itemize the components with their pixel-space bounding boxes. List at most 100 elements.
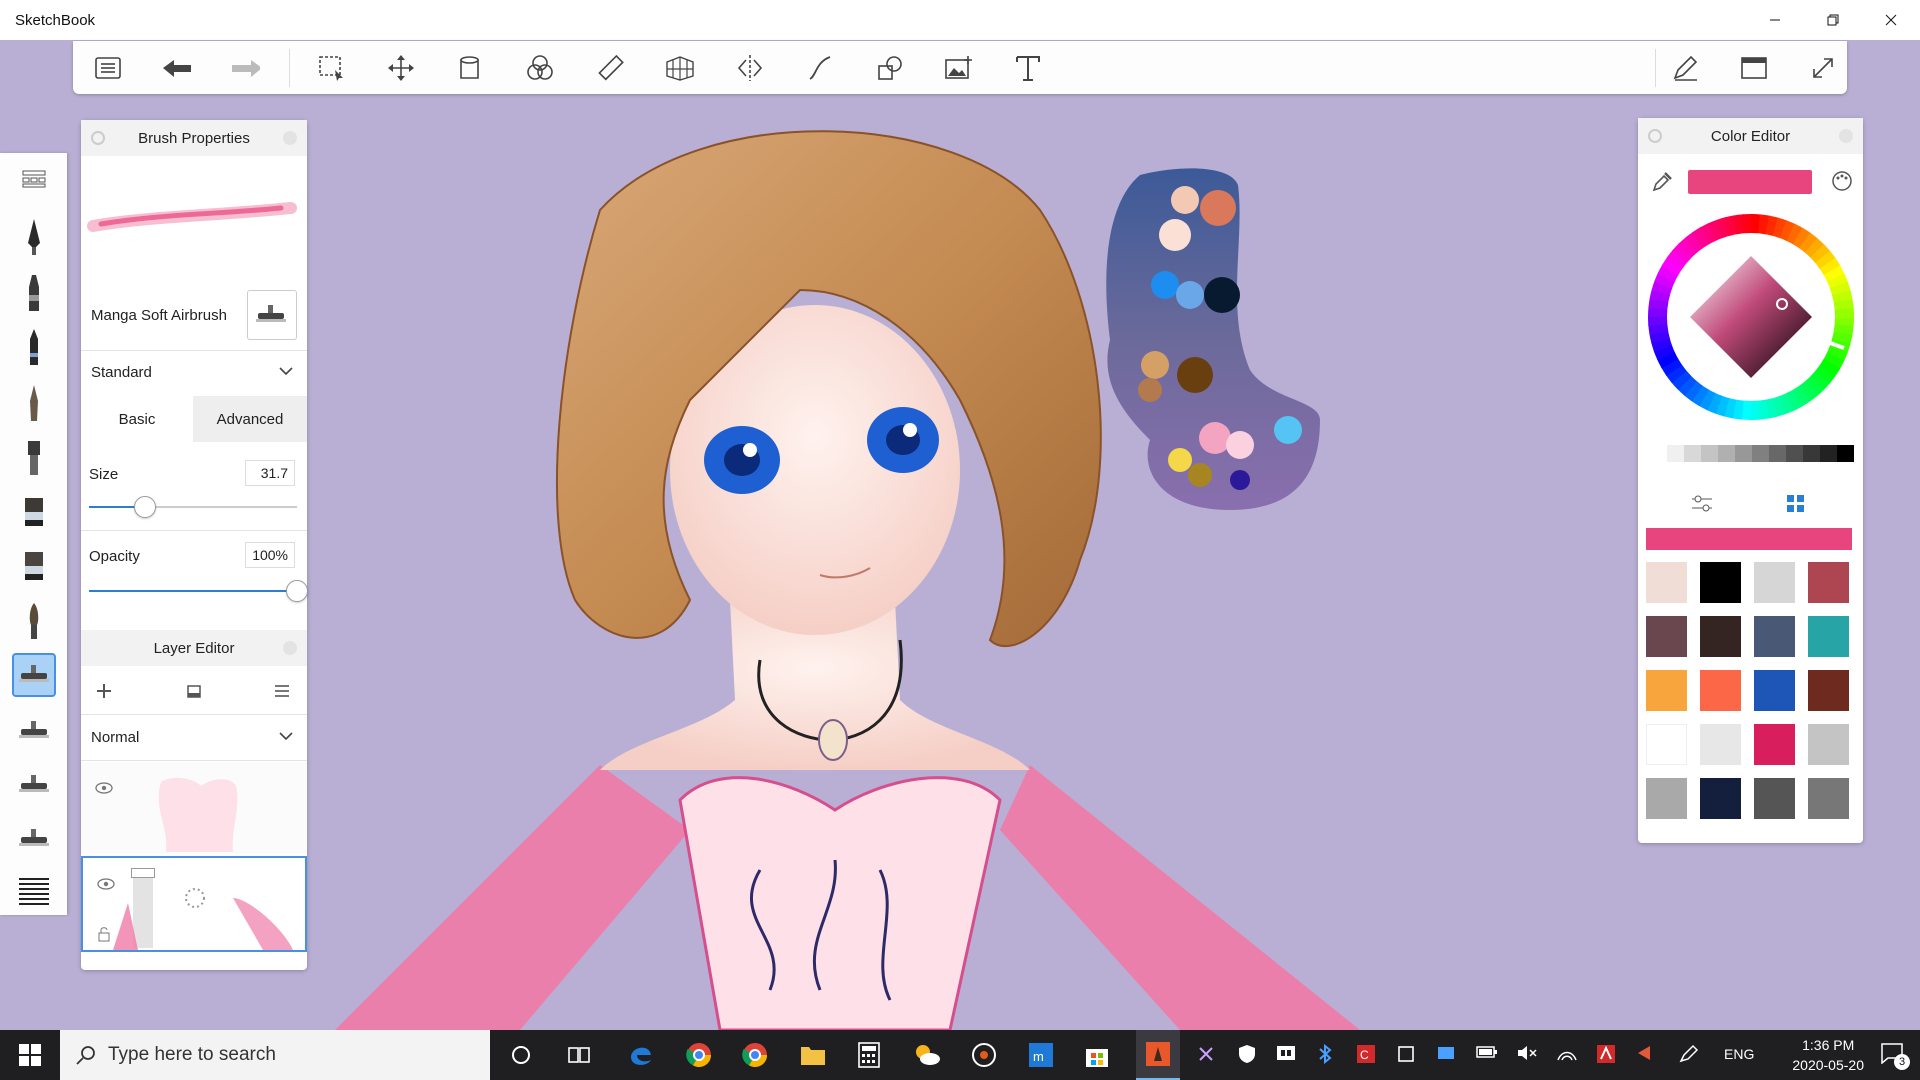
edge-app[interactable] (624, 1038, 658, 1072)
gray-swatch[interactable] (1837, 445, 1854, 462)
layer-fill-button[interactable] (181, 678, 207, 704)
brush-pencil[interactable] (12, 325, 56, 369)
file-explorer-app[interactable] (796, 1038, 830, 1072)
copic-color-button[interactable] (525, 53, 555, 83)
brush-library-button[interactable] (12, 157, 56, 201)
chrome-app-2[interactable] (738, 1038, 772, 1072)
color-wheel[interactable] (1648, 214, 1854, 420)
color-swatch[interactable] (1808, 616, 1849, 657)
gray-swatch[interactable] (1752, 445, 1769, 462)
undo-button[interactable] (161, 53, 191, 83)
color-swatch[interactable] (1646, 670, 1687, 711)
swatch-grid-icon[interactable] (1786, 494, 1806, 514)
tray-app-4[interactable] (1396, 1044, 1416, 1067)
size-input[interactable]: 31.7 (245, 460, 295, 486)
menu-button[interactable] (93, 53, 123, 83)
color-palette-icon[interactable] (1831, 170, 1853, 192)
wifi-tray[interactable] (1556, 1044, 1578, 1065)
store-app-tile[interactable]: m (1024, 1038, 1058, 1072)
color-swatch[interactable] (1808, 670, 1849, 711)
volume-tray[interactable] (1516, 1044, 1538, 1065)
brush-paint[interactable] (12, 435, 56, 479)
close-knob[interactable] (283, 131, 297, 145)
gray-swatch[interactable] (1735, 445, 1752, 462)
size-slider-thumb[interactable] (134, 496, 157, 518)
perspective-tool-button[interactable] (665, 53, 695, 83)
add-layer-button[interactable] (91, 678, 117, 704)
gray-swatch[interactable] (1803, 445, 1820, 462)
tray-app-5[interactable] (1436, 1044, 1456, 1067)
color-swatch[interactable] (1700, 670, 1741, 711)
gray-swatch[interactable] (1650, 445, 1667, 462)
fullscreen-button[interactable] (1808, 53, 1838, 83)
grayscale-strip[interactable] (1650, 445, 1854, 462)
tray-app-6[interactable] (1596, 1044, 1616, 1067)
color-swatch[interactable] (1700, 778, 1741, 819)
close-knob[interactable] (283, 641, 297, 655)
color-swatch[interactable] (1754, 670, 1795, 711)
collapse-knob[interactable] (91, 131, 105, 145)
text-tool-button[interactable] (1013, 53, 1043, 83)
size-slider[interactable] (89, 496, 297, 518)
brush-airbrush-3[interactable] (12, 763, 56, 807)
microsoft-store-app[interactable] (1080, 1038, 1114, 1072)
window-layout-toggle[interactable] (1739, 53, 1769, 83)
current-color-swatch[interactable] (1688, 170, 1812, 194)
gray-swatch[interactable] (1701, 445, 1718, 462)
color-swatch[interactable] (1646, 562, 1687, 603)
brush-airbrush-2[interactable] (12, 709, 56, 753)
taskbar-search[interactable]: Type here to search (60, 1030, 490, 1080)
blend-mode-dropdown[interactable]: Normal (81, 714, 307, 758)
media-app[interactable] (967, 1038, 1001, 1072)
cortana-button[interactable] (504, 1038, 538, 1072)
language-indicator[interactable]: ENG (1724, 1046, 1754, 1062)
eyedropper-icon[interactable] (1650, 170, 1672, 192)
tab-basic[interactable]: Basic (81, 396, 193, 442)
collapse-knob[interactable] (1648, 129, 1662, 143)
color-swatch[interactable] (1700, 724, 1741, 765)
notifications-button[interactable]: 3 (1880, 1042, 1910, 1070)
battery-tray[interactable] (1476, 1044, 1498, 1063)
sketchbook-app-active[interactable] (1136, 1030, 1180, 1080)
color-swatch[interactable] (1808, 724, 1849, 765)
shape-tool-button[interactable] (875, 53, 905, 83)
defender-tray[interactable] (1238, 1044, 1256, 1067)
pen-tray[interactable] (1678, 1044, 1700, 1067)
brush-flat[interactable] (12, 491, 56, 535)
tray-app-3[interactable]: C (1356, 1044, 1376, 1067)
layer-menu-button[interactable] (269, 678, 295, 704)
color-swatch[interactable] (1754, 724, 1795, 765)
color-swatch[interactable] (1754, 778, 1795, 819)
preset-dropdown[interactable]: Standard (81, 350, 307, 394)
layer-item[interactable] (81, 762, 307, 854)
brush-round[interactable] (12, 599, 56, 643)
color-swatch[interactable] (1700, 562, 1741, 603)
ruler-tool-button[interactable] (595, 53, 625, 83)
brush-palette-toggle[interactable] (1670, 53, 1700, 83)
start-button[interactable] (0, 1030, 60, 1080)
gray-swatch[interactable] (1684, 445, 1701, 462)
color-swatch[interactable] (1700, 616, 1741, 657)
brush-pen[interactable] (12, 215, 56, 259)
select-tool-button[interactable] (316, 53, 346, 83)
color-swatch[interactable] (1646, 616, 1687, 657)
sliders-icon[interactable] (1690, 494, 1714, 514)
brush-ink[interactable] (12, 381, 56, 425)
chrome-app[interactable] (682, 1038, 716, 1072)
bluetooth-tray[interactable] (1318, 1043, 1332, 1067)
color-swatch[interactable] (1754, 616, 1795, 657)
transform-tool-button[interactable] (386, 53, 416, 83)
brush-marker[interactable] (12, 271, 56, 315)
calculator-app[interactable] (852, 1038, 886, 1072)
tray-app-2[interactable] (1276, 1044, 1296, 1065)
color-swatch[interactable] (1808, 562, 1849, 603)
opacity-slider[interactable] (89, 580, 308, 602)
opacity-input[interactable]: 100% (245, 542, 295, 568)
close-knob[interactable] (1839, 129, 1853, 143)
fill-tool-button[interactable] (455, 53, 485, 83)
task-view-button[interactable] (562, 1038, 596, 1072)
restore-button[interactable] (1804, 0, 1862, 40)
clock[interactable]: 1:36 PM 2020-05-20 (1792, 1035, 1864, 1075)
add-image-button[interactable] (944, 53, 974, 83)
brush-manga-soft-airbrush[interactable] (12, 653, 56, 697)
